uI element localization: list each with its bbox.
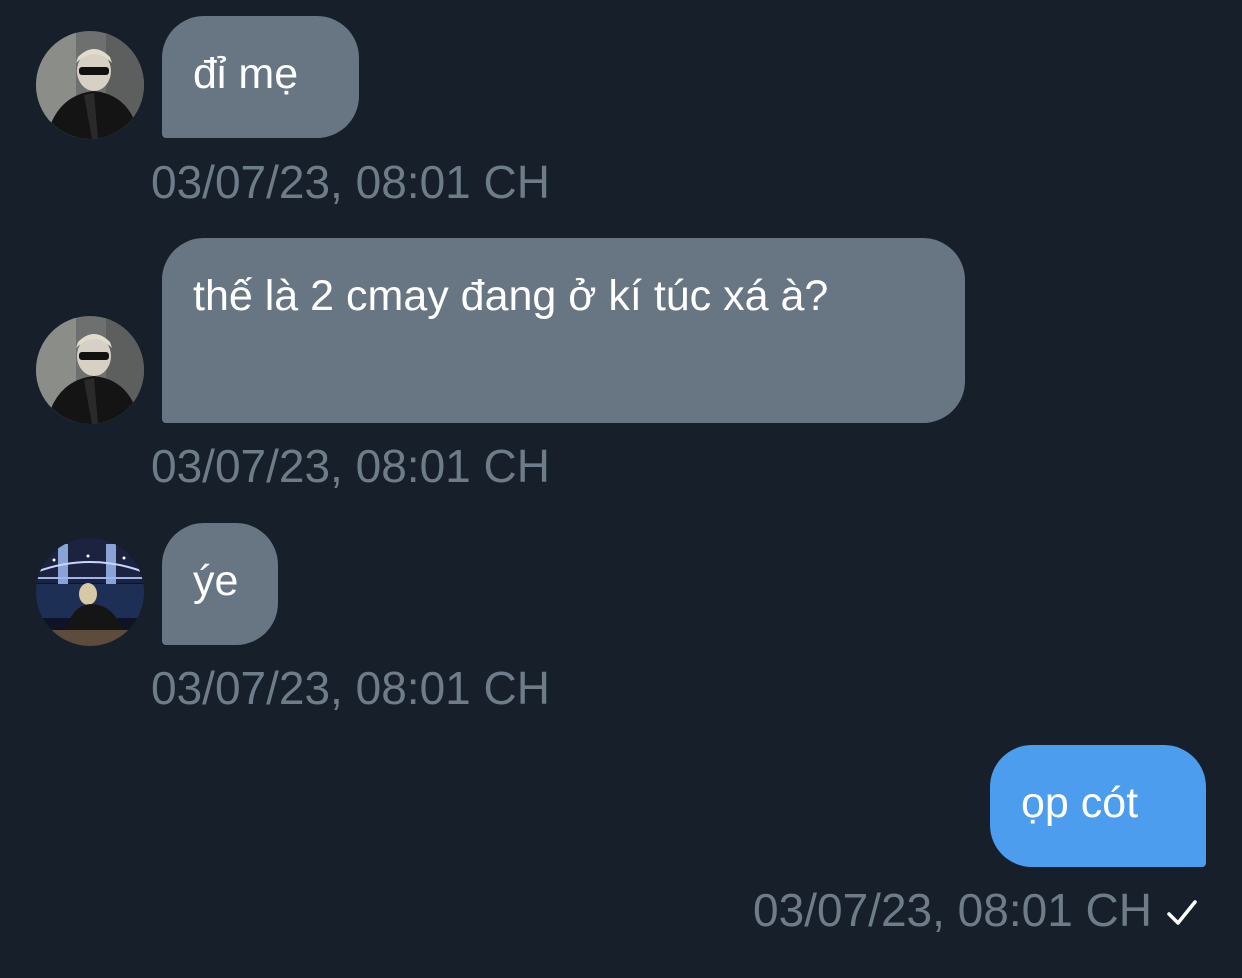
message-text: thế là 2 cmay đang ở kí túc xá à? [193,272,829,320]
message-timestamp: 03/07/23, 08:01 CH [151,440,550,492]
message-text: ýe [193,557,239,605]
sender-avatar[interactable] [36,538,144,646]
message-bubble[interactable]: thế là 2 cmay đang ở kí túc xá à? [162,238,965,423]
message-thread: đỉ mẹ 03/07/23, 08:01 CH thế là 2 cmay đ… [0,0,1242,978]
message-text: đỉ mẹ [193,50,299,98]
message-bubble[interactable]: ọp cót [990,745,1206,867]
message-timestamp: 03/07/23, 08:01 CH [151,156,550,208]
avatar-photo-icon [36,538,144,646]
message-bubble[interactable]: đỉ mẹ [162,16,359,138]
check-icon [1167,900,1197,925]
sender-avatar[interactable] [36,316,144,424]
message-text: ọp cót [1021,779,1139,827]
message-timestamp: 03/07/23, 08:01 CH [151,662,550,714]
avatar-photo-icon [36,316,144,424]
sender-avatar[interactable] [36,31,144,139]
avatar-photo-icon [36,31,144,139]
message-timestamp: 03/07/23, 08:01 CH [753,884,1152,936]
message-bubble[interactable]: ýe [162,523,278,645]
